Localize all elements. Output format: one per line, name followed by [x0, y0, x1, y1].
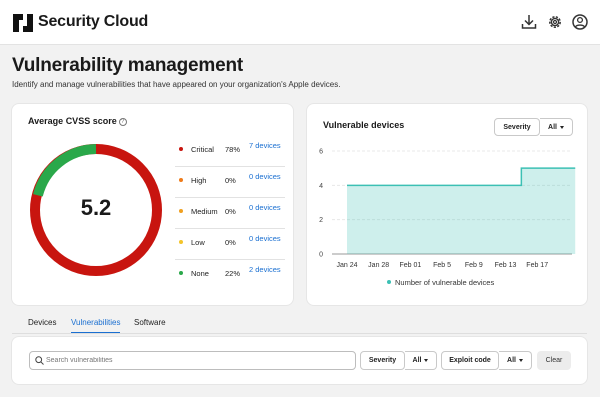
- tab-bar: Devices Vulnerabilities Software: [12, 314, 587, 334]
- page-title: Vulnerability management: [12, 55, 244, 76]
- cvss-card-title: Average CVSS score?: [28, 116, 127, 126]
- legend-label: Critical: [191, 145, 214, 154]
- tab-devices[interactable]: Devices: [28, 318, 56, 327]
- y-tick-label: 6: [319, 149, 323, 156]
- x-tick-label: Feb 13: [495, 262, 517, 269]
- info-icon[interactable]: ?: [118, 118, 127, 126]
- brand-logo-icon: [13, 14, 33, 32]
- vulnerable-devices-card: Vulnerable devices Severity All 0 2 4 6 Jan …: [307, 104, 587, 305]
- series-dot-icon: [387, 280, 391, 284]
- devices-link[interactable]: 2 devices: [249, 264, 285, 275]
- high-dot-icon: [179, 178, 183, 182]
- y-tick-label: 2: [319, 217, 323, 224]
- devices-link[interactable]: 0 devices: [249, 233, 285, 244]
- legend-percent: 0%: [225, 207, 236, 216]
- legend-row-high: High 0% 0 devices: [175, 167, 285, 198]
- low-dot-icon: [179, 240, 183, 244]
- y-tick-label: 4: [319, 183, 323, 190]
- brand-name: Security Cloud: [38, 13, 149, 30]
- clear-button[interactable]: Clear: [537, 351, 571, 370]
- search-input[interactable]: [46, 353, 346, 368]
- medium-dot-icon: [179, 209, 183, 213]
- none-dot-icon: [179, 271, 183, 275]
- x-tick-label: Feb 17: [526, 262, 548, 269]
- legend-percent: 0%: [225, 176, 236, 185]
- legend-percent: 78%: [225, 145, 241, 154]
- chart-legend-label: Number of vulnerable devices: [395, 278, 495, 287]
- legend-row-low: Low 0% 0 devices: [175, 229, 285, 260]
- devices-link[interactable]: 0 devices: [249, 202, 285, 213]
- legend-row-none: None 22% 2 devices: [175, 260, 285, 291]
- severity-dropdown-value: All: [412, 357, 422, 364]
- search-icon: [35, 356, 44, 365]
- legend-label: None: [191, 269, 209, 278]
- page-subtitle: Identify and manage vulnerabilities that…: [12, 80, 341, 89]
- tab-vulnerabilities[interactable]: Vulnerabilities: [71, 318, 121, 327]
- top-bar: Security Cloud: [0, 0, 600, 45]
- donut-none-arc: [33, 144, 97, 197]
- tab-software[interactable]: Software: [134, 318, 166, 327]
- y-tick-label: 0: [319, 252, 323, 259]
- devices-link[interactable]: 0 devices: [249, 171, 285, 182]
- cvss-score-card: Average CVSS score? 5.2 Critical 78% 7 d…: [12, 104, 293, 305]
- critical-dot-icon: [179, 147, 183, 151]
- x-tick-label: Jan 24: [336, 262, 357, 269]
- exploit-dropdown-value: All: [507, 357, 516, 364]
- chevron-down-icon: [518, 359, 523, 362]
- legend-percent: 22%: [225, 269, 241, 278]
- exploit-code-dropdown[interactable]: All: [499, 351, 532, 370]
- legend-row-medium: Medium 0% 0 devices: [175, 198, 285, 229]
- devices-link[interactable]: 7 devices: [249, 140, 285, 151]
- legend-label: Low: [191, 238, 205, 247]
- vulnerable-devices-chart: 0 2 4 6 Jan 24 Jan 28 Feb 01 Feb 5 Feb 9 Feb 13 Fe…: [319, 149, 576, 269]
- filter-bar: Severity All Exploit code All Clear: [12, 337, 587, 384]
- gear-icon[interactable]: [546, 13, 564, 31]
- cvss-legend: Critical 78% 7 devices High 0% 0 devices…: [175, 136, 285, 291]
- series-area: [347, 168, 576, 254]
- legend-label: High: [191, 176, 207, 185]
- x-tick-label: Jan 28: [368, 262, 389, 269]
- exploit-code-filter-button[interactable]: Exploit code: [441, 351, 499, 370]
- severity-dropdown[interactable]: All: [405, 351, 437, 370]
- severity-filter-button[interactable]: Severity: [360, 351, 405, 370]
- x-tick-label: Feb 9: [465, 262, 483, 269]
- download-icon[interactable]: [520, 13, 538, 31]
- user-icon[interactable]: [571, 13, 589, 31]
- cvss-score-value: 5.2: [80, 195, 112, 220]
- cvss-title-text: Average CVSS score: [28, 116, 117, 126]
- x-tick-label: Feb 01: [400, 262, 422, 269]
- search-box[interactable]: [29, 351, 356, 370]
- legend-label: Medium: [191, 207, 218, 216]
- chevron-down-icon: [424, 359, 429, 362]
- tabs-divider: [12, 333, 587, 334]
- legend-percent: 0%: [225, 238, 236, 247]
- legend-row-critical: Critical 78% 7 devices: [175, 136, 285, 167]
- x-tick-label: Feb 5: [433, 262, 451, 269]
- chart-legend: Number of vulnerable devices: [387, 278, 494, 287]
